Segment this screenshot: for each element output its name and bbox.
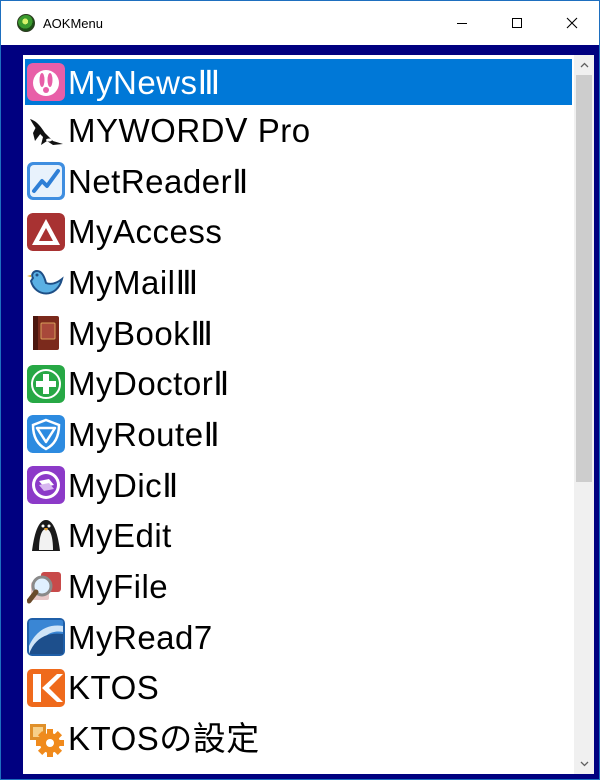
list-item-label: MyMailⅢ — [68, 263, 199, 301]
minimize-icon — [456, 23, 467, 24]
wave-icon — [27, 618, 65, 657]
list-item[interactable]: NetReaderⅡ — [23, 156, 574, 207]
bird-icon — [27, 263, 65, 301]
list-item[interactable]: MyAccess — [23, 206, 574, 257]
list-item[interactable]: MyDicⅡ — [23, 460, 574, 511]
scrollbar-thumb[interactable] — [576, 75, 592, 482]
book-icon — [27, 314, 65, 352]
dictionary-icon — [27, 466, 65, 505]
list-item[interactable]: MyMailⅢ — [23, 257, 574, 308]
list-item[interactable]: MyRead7 — [23, 612, 574, 663]
medical-cross-icon — [27, 364, 65, 403]
orca-icon — [27, 111, 65, 149]
chevron-up-icon — [580, 62, 588, 68]
close-icon — [566, 17, 577, 29]
list-item-label: NetReaderⅡ — [68, 162, 249, 200]
list-item-label: MYWORDⅤ Pro — [68, 111, 311, 149]
chart-line-icon — [27, 162, 65, 201]
list-item[interactable]: MyBookⅢ — [23, 308, 574, 359]
list-item-label: MyRead7 — [68, 618, 213, 656]
close-button[interactable] — [544, 1, 599, 45]
minimize-button[interactable] — [434, 1, 489, 45]
list-item-label: MyNewsⅢ — [68, 63, 221, 101]
app-icon[interactable] — [17, 14, 35, 32]
bunny-icon — [27, 63, 65, 101]
triangle-a-icon — [27, 212, 65, 251]
list-item[interactable]: MyEdit — [23, 511, 574, 562]
list-item[interactable]: MyNewsⅢ — [25, 59, 572, 105]
list-item-label: KTOS — [68, 669, 160, 707]
app-list[interactable]: MyNewsⅢ MYWORDⅤ Pro NetReaderⅡ MyAccess MyMa… — [23, 55, 594, 774]
list-item-label: MyEdit — [68, 517, 172, 555]
app-list-items: MyNewsⅢ MYWORDⅤ Pro NetReaderⅡ MyAccess MyMa… — [23, 55, 574, 764]
list-item-label: MyDicⅡ — [68, 466, 179, 504]
maximize-icon — [511, 18, 522, 28]
scroll-up-button[interactable] — [574, 55, 594, 75]
list-item-label: MyRouteⅡ — [68, 415, 221, 453]
list-item[interactable]: MyRouteⅡ — [23, 409, 574, 460]
settings-gear-icon — [27, 720, 65, 758]
shield-route-icon — [27, 415, 65, 454]
list-item-label: MyAccess — [68, 213, 223, 251]
title-bar[interactable]: AOKMenu — [1, 1, 599, 45]
list-item-label: KTOSの設定 — [68, 720, 260, 758]
list-item[interactable]: KTOS — [23, 663, 574, 714]
list-item[interactable]: MyDoctorⅡ — [23, 358, 574, 409]
list-item[interactable]: MyFile — [23, 561, 574, 612]
scroll-down-button[interactable] — [574, 754, 594, 774]
list-item[interactable]: KTOSの設定 — [23, 713, 574, 764]
chevron-down-icon — [580, 761, 588, 767]
list-item-label: MyFile — [68, 568, 169, 606]
k-logo-icon — [27, 668, 65, 707]
list-item-label: MyDoctorⅡ — [68, 365, 230, 403]
app-window: AOKMenu MyNewsⅢ MYWORDⅤ Pro NetReaderⅡ MyAc… — [0, 0, 600, 780]
list-item-label: MyBookⅢ — [68, 314, 214, 352]
window-controls — [434, 1, 599, 45]
vertical-scrollbar[interactable] — [574, 55, 594, 774]
penguin-icon — [27, 517, 65, 555]
maximize-button[interactable] — [489, 1, 544, 45]
magnifier-icon — [27, 568, 65, 606]
list-item[interactable]: MYWORDⅤ Pro — [23, 105, 574, 156]
window-title: AOKMenu — [43, 15, 103, 31]
